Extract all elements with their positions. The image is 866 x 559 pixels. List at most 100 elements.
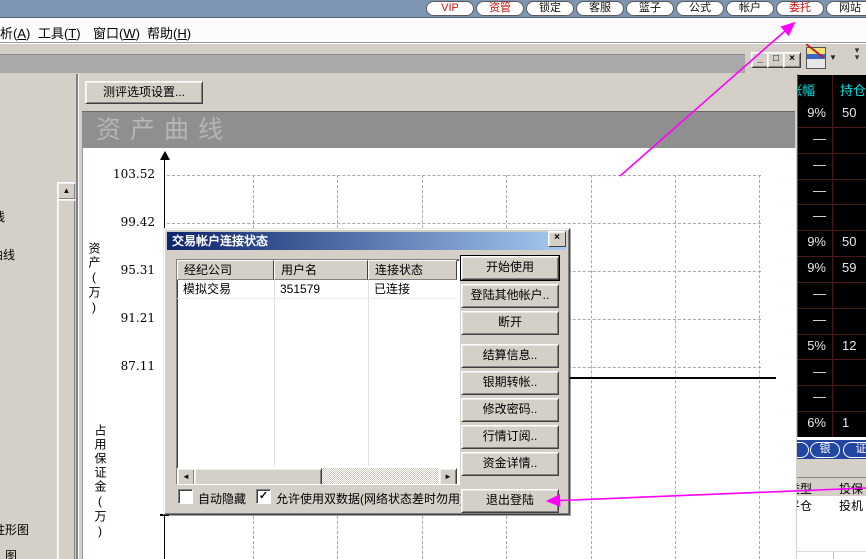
quick-button-网站[interactable]: 网站 (826, 1, 866, 16)
chevron-down-icon[interactable]: ▼ (829, 53, 837, 62)
dialog-button-8[interactable]: 退出登陆 (461, 489, 559, 513)
scroll-right-icon[interactable]: ► (439, 468, 457, 484)
quick-button-资管[interactable]: 资管 (476, 1, 524, 16)
gray-gap (797, 459, 866, 477)
list-item-fragment[interactable]: 曲线 (0, 246, 15, 263)
dialog-button-2[interactable]: 断开 (461, 311, 559, 335)
market-row: 9% 50 (798, 101, 866, 128)
quick-button-客服[interactable]: 客服 (576, 1, 624, 16)
menu-item-1[interactable]: 工具(T) (38, 23, 81, 42)
list-column-separator (274, 280, 275, 466)
market-row: — (798, 127, 866, 154)
quick-button-公式[interactable]: 公式 (676, 1, 724, 16)
market-header-change: 涨幅 (798, 83, 816, 98)
collapse-panel-icon[interactable]: ▾ ▾ (851, 46, 863, 62)
dialog-button-6[interactable]: 行情订阅.. (461, 425, 559, 449)
quick-tab-bar: 银证 (797, 440, 866, 459)
list-row-line (177, 298, 457, 299)
list-cell[interactable]: 351579 (274, 280, 374, 298)
header-touba: 投保 (839, 482, 864, 496)
position-row-empty (797, 512, 866, 526)
market-position-value: 1 (842, 415, 850, 431)
quick-button-委托[interactable]: 委托 (776, 1, 824, 16)
market-change-value: 9% (807, 105, 826, 120)
checkbox-1[interactable]: ✓ (256, 489, 271, 504)
bottom-tab-证[interactable]: 证 (843, 442, 866, 458)
close-button[interactable]: × (783, 52, 801, 68)
chart-type-list-panel: 线曲线柱形图图 ▲ (0, 74, 75, 559)
dialog-button-5[interactable]: 修改密码.. (461, 398, 559, 422)
y-axis-label: 资产(万) (87, 242, 101, 316)
menu-item-3[interactable]: 帮助(H) (147, 23, 191, 42)
list-header-2[interactable]: 连接状态 (368, 260, 457, 280)
list-header-0[interactable]: 经纪公司 (177, 260, 274, 280)
axis-arrow-icon (160, 151, 170, 160)
dialog-title-bar[interactable]: 交易帐户连接状态 (167, 232, 566, 250)
quick-button-VIP[interactable]: VIP (426, 1, 474, 16)
dialog-close-icon[interactable]: × (548, 231, 566, 247)
vertical-scrollbar[interactable]: ▲ (57, 182, 75, 559)
list-item-fragment[interactable]: 线 (0, 208, 5, 225)
market-position-value: 12 (842, 337, 857, 353)
bottom-tab-clipped[interactable] (797, 442, 809, 458)
menu-item-0[interactable]: 分析(A) (0, 23, 30, 42)
list-header-1[interactable]: 用户名 (274, 260, 368, 280)
market-change-value: — (813, 389, 826, 405)
checkbox-0[interactable] (178, 489, 193, 504)
dialog-button-3[interactable]: 结算信息.. (461, 344, 559, 368)
evaluation-options-button[interactable]: 测评选项设置... (85, 81, 203, 104)
chart-tool-icon[interactable] (806, 47, 826, 69)
market-position-value: 59 (842, 260, 857, 276)
market-row: 5% 12 (798, 334, 866, 361)
market-change-value: — (813, 311, 826, 327)
bottom-tab-银[interactable]: 银 (810, 442, 840, 458)
dialog-button-1[interactable]: 登陆其他帐户.. (461, 284, 559, 308)
market-row: — (798, 204, 866, 232)
dialog-button-4[interactable]: 银期转帐.. (461, 371, 559, 395)
account-list[interactable]: ◄ ► 经纪公司 用户名 连接状态模拟交易 351579 已连接 (176, 259, 460, 485)
market-change-value: — (813, 208, 826, 224)
market-row: 9% 59 (798, 256, 866, 283)
y2-axis-label: 占用保证金(万) (93, 424, 107, 540)
quick-button-篮子[interactable]: 篮子 (626, 1, 674, 16)
market-change-value: — (813, 363, 826, 379)
y-tick-label: 91.21 (120, 311, 155, 325)
quick-access-bar: VIP 资管 锁定 客服 篮子 公式 帐户 委托 网站 (0, 0, 866, 18)
market-row: — (798, 385, 866, 413)
dialog-button-0[interactable]: 开始使用 (461, 256, 559, 280)
grid-hline (167, 223, 761, 224)
market-change-value: 9% (807, 260, 826, 276)
scrollbar-thumb[interactable] (194, 468, 322, 484)
child-window-caption (0, 54, 745, 73)
header-type: 类型 (797, 482, 813, 496)
list-item-fragment[interactable]: 柱形图 (0, 521, 29, 538)
market-row: — (798, 153, 866, 180)
position-row: 平仓投机 (797, 496, 866, 513)
market-position-value: 50 (842, 234, 857, 250)
y-tick-label: 103.52 (113, 167, 155, 181)
menu-item-2[interactable]: 窗口(W) (93, 23, 140, 42)
market-row: — (798, 308, 866, 335)
grid-hline (167, 175, 761, 176)
market-change-value: 5% (807, 337, 826, 353)
list-item-fragment[interactable]: 图 (5, 547, 17, 559)
list-cell[interactable]: 模拟交易 (177, 280, 280, 298)
connection-status-dialog: 交易帐户连接状态 × ◄ ► 经纪公司 用户名 连接状态 模拟交易 351579 已连接 … (163, 228, 570, 515)
dialog-button-7[interactable]: 资金详情.. (461, 452, 559, 476)
market-row: 9% 50 (798, 230, 866, 258)
panel-divider (76, 74, 79, 559)
position-table-header: 类型 投保 (797, 478, 866, 497)
market-change-value: — (813, 130, 826, 146)
scroll-left-icon[interactable]: ◄ (177, 468, 195, 484)
market-row: — (798, 179, 866, 206)
list-cell[interactable]: 已连接 (368, 280, 459, 298)
quick-button-帐户[interactable]: 帐户 (726, 1, 774, 16)
scroll-up-icon[interactable]: ▲ (57, 182, 75, 200)
market-change-value: 6% (807, 415, 826, 431)
position-row-empty (797, 525, 866, 539)
horizontal-scrollbar[interactable]: ◄ ► (177, 468, 457, 484)
quick-button-锁定[interactable]: 锁定 (526, 1, 574, 16)
market-change-value: — (813, 182, 826, 198)
scrollbar-thumb[interactable] (57, 199, 75, 559)
market-header-position: 持仓 (840, 83, 866, 98)
